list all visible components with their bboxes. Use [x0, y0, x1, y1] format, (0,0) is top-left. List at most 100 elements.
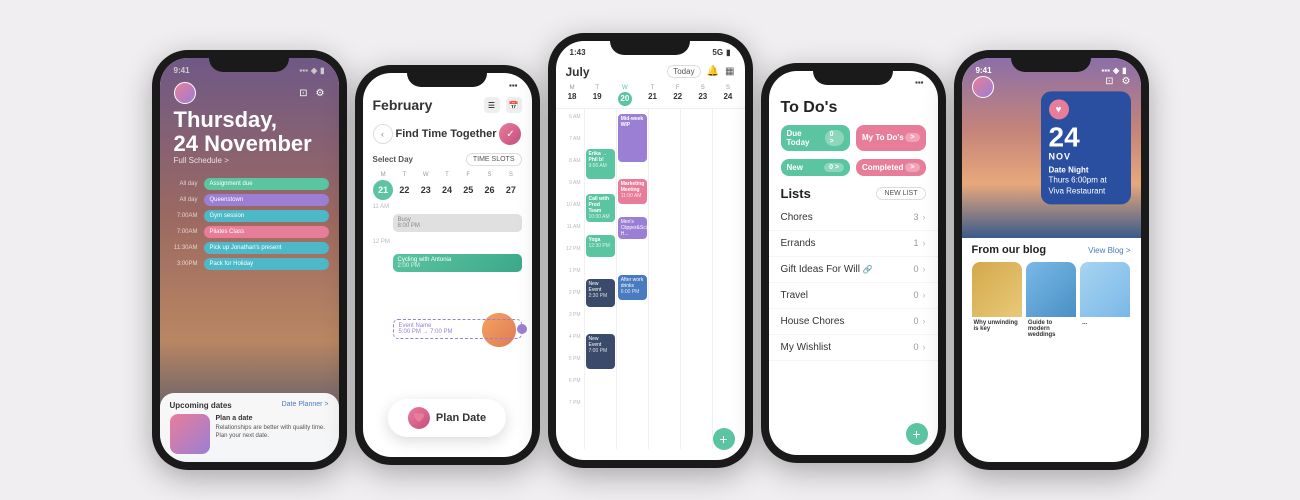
view-blog-link[interactable]: View Blog > — [1088, 246, 1130, 255]
phone-calendar: 1:43 5G ▮ July Today 🔔 ▦ M — [548, 33, 753, 468]
upcoming-text: Plan a date Relationships are better wit… — [216, 414, 329, 441]
cal-day-T1[interactable]: T 22 — [394, 172, 414, 200]
blog-card-2[interactable]: Guide to modern weddings — [1026, 262, 1076, 341]
cal-day-T2[interactable]: T 24 — [437, 172, 457, 200]
back-button[interactable]: ‹ — [373, 124, 393, 144]
date-planner-link[interactable]: Date Planner > — [282, 401, 329, 414]
phone-3-inner: 1:43 5G ▮ July Today 🔔 ▦ M — [556, 41, 745, 460]
p3-event-new1[interactable]: New Event 2:30 PM — [586, 279, 615, 307]
camera-icon-1[interactable]: ⊡ — [299, 88, 307, 99]
cal-num-22[interactable]: 22 — [394, 180, 414, 200]
p3-day-num-20[interactable]: 20 — [618, 92, 632, 106]
p2-list-icon[interactable]: ☰ — [484, 97, 500, 113]
p3-fab[interactable]: + — [713, 428, 735, 450]
p4-fab[interactable]: + — [906, 423, 928, 445]
completed-label: Completed — [862, 163, 903, 172]
find-time-confirm-btn[interactable]: ✓ — [499, 123, 521, 145]
p3-day-M[interactable]: M 18 — [568, 85, 577, 106]
p3-event-drinks[interactable]: After work drinks 6:00 PM — [618, 275, 647, 300]
camera-icon-5[interactable]: ⊡ — [1105, 76, 1113, 98]
my-todo-btn[interactable]: My To Do's > — [856, 125, 926, 151]
p3-header: July Today 🔔 ▦ — [556, 61, 745, 83]
p3-t-4pm: 4 PM — [556, 334, 584, 356]
p3-event-new1-label: New Event — [589, 281, 612, 293]
p2-slider-dot[interactable] — [517, 324, 527, 334]
p3-day-num-19[interactable]: 19 — [593, 92, 602, 101]
cal-num-26[interactable]: 26 — [480, 180, 500, 200]
new-list-btn[interactable]: NEW LIST — [876, 187, 925, 200]
p3-day-S2[interactable]: S 24 — [723, 85, 732, 106]
list-item-house[interactable]: House Chores 0 › — [769, 309, 938, 335]
cal-view-icon-3[interactable]: ▦ — [725, 66, 734, 77]
p3-t-10am: 10 AM — [556, 202, 584, 224]
cal-num-21[interactable]: 21 — [373, 180, 393, 200]
p3-event-new2[interactable]: New Event 7:00 PM — [586, 334, 615, 369]
event-row-4: 7:00AM Pilates Class — [170, 226, 329, 238]
event-time-2: All day — [170, 197, 198, 203]
list-item-gift[interactable]: Gift Ideas For Will 🔗 0 › — [769, 257, 938, 283]
cal-num-25[interactable]: 25 — [458, 180, 478, 200]
today-btn[interactable]: Today — [667, 65, 700, 78]
new-btn[interactable]: New 0 > — [781, 159, 851, 176]
p3-event-prod[interactable]: Call with Prod Team 10:00 AM — [586, 194, 615, 222]
p3-event-erika[interactable]: Erika → Phil b! 9:00 AM — [586, 149, 615, 179]
p3-event-prod-time: 10:00 AM — [589, 214, 612, 220]
upcoming-img — [170, 414, 210, 454]
p3-day-num-24[interactable]: 24 — [723, 92, 732, 101]
cal-day-M[interactable]: M 21 — [373, 172, 393, 200]
schedule-day-line2: 24 November — [174, 132, 312, 156]
p3-day-num-23[interactable]: 23 — [698, 92, 707, 101]
alert-icon-3[interactable]: 🔔 — [707, 66, 719, 77]
plan-date-button[interactable]: Plan Date — [388, 399, 506, 437]
p3-day-F[interactable]: F 22 — [673, 85, 682, 106]
due-today-btn[interactable]: Due Today 0 > — [781, 125, 851, 151]
cal-day-W[interactable]: W 23 — [416, 172, 436, 200]
list-item-travel-count: 0 › — [913, 290, 925, 300]
p3-day-W[interactable]: W 20 — [618, 85, 632, 106]
p3-day-num-18[interactable]: 18 — [568, 92, 577, 101]
p3-event-clipper[interactable]: Men's Clipper&Scissors H... — [618, 217, 647, 239]
cal-day-F[interactable]: F 25 — [458, 172, 478, 200]
list-item-errands-count: 1 › — [913, 238, 925, 248]
completed-btn[interactable]: Completed > — [856, 159, 926, 176]
p3-event-erika-label: Erika → Phil b! — [589, 151, 612, 163]
p3-event-drinks-label: After work drinks — [621, 277, 644, 289]
schedule-day-line1: Thursday, — [174, 108, 312, 132]
gear-icon-5[interactable]: ⚙ — [1122, 76, 1131, 98]
cal-num-24[interactable]: 24 — [437, 180, 457, 200]
blog-card-1[interactable]: Why unwinding is key — [972, 262, 1022, 341]
time-slots-btn[interactable]: TIME SLOTS — [466, 153, 522, 166]
list-item-travel[interactable]: Travel 0 › — [769, 283, 938, 309]
gear-icon-1[interactable]: ⚙ — [316, 88, 325, 99]
p2-schedule: 11 AM 12 PM Busy 8:00 PM Cycling with An… — [363, 204, 532, 404]
p3-day-S1[interactable]: S 23 — [698, 85, 707, 106]
p2-cycling-block[interactable]: Cycling with Antonia 2:00 PM — [393, 254, 522, 272]
p3-day-num-21[interactable]: 21 — [648, 92, 657, 101]
list-item-errands[interactable]: Errands 1 › — [769, 231, 938, 257]
signal-icon-4: ▪▪▪ — [915, 78, 924, 87]
p3-col-thu: Mid-week WIP Marketing Meeting 11:00 AM … — [616, 109, 648, 449]
p3-t-1pm: 1 PM — [556, 268, 584, 290]
event-row-5: 11:30AM Pick up Jonathan's present — [170, 242, 329, 254]
cal-day-S1[interactable]: S 26 — [480, 172, 500, 200]
full-schedule-link[interactable]: Full Schedule > — [174, 156, 312, 165]
list-item-wishlist[interactable]: My Wishlist 0 › — [769, 335, 938, 361]
cal-day-S2[interactable]: S 27 — [501, 172, 521, 200]
p3-day-num-22[interactable]: 22 — [673, 92, 682, 101]
p3-day-T2[interactable]: T 21 — [648, 85, 657, 106]
cal-num-27[interactable]: 27 — [501, 180, 521, 200]
blog-card-3[interactable]: ... — [1080, 262, 1130, 341]
p3-day-T1[interactable]: T 19 — [593, 85, 602, 106]
p3-t-2pm: 2 PM — [556, 290, 584, 312]
find-time-title: Find Time Together — [395, 128, 496, 140]
list-item-house-count: 0 › — [913, 316, 925, 326]
p2-cal-icon[interactable]: 📅 — [506, 97, 522, 113]
p3-event-marketing[interactable]: Marketing Meeting 11:00 AM — [618, 179, 647, 204]
cal-num-23[interactable]: 23 — [416, 180, 436, 200]
p2-event-dashed[interactable]: Event Name 5:00 PM → 7:00 PM — [393, 319, 522, 339]
p3-event-midweek[interactable]: Mid-week WIP — [618, 114, 647, 162]
new-label: New — [787, 163, 803, 172]
p3-event-yoga[interactable]: Yoga 12:30 PM — [586, 235, 615, 257]
phone-3-bg: 1:43 5G ▮ July Today 🔔 ▦ M — [556, 41, 745, 460]
list-item-chores[interactable]: Chores 3 › — [769, 205, 938, 231]
